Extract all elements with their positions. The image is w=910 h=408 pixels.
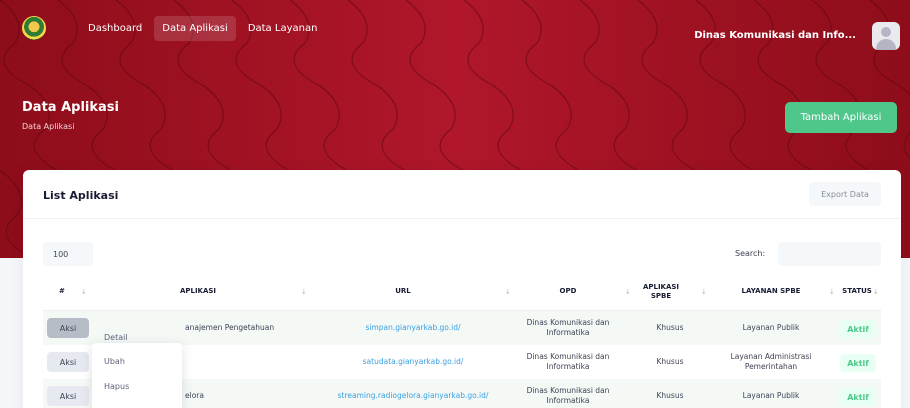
cell-layanan-spbe: Layanan Publik — [742, 322, 800, 332]
nav-dashboard[interactable]: Dashboard — [80, 16, 150, 41]
nav-data-layanan[interactable]: Data Layanan — [240, 16, 326, 41]
column-status[interactable]: STATUS — [839, 273, 875, 311]
cell-url-link[interactable]: streaming.radiogelora.gianyarkab.go.id/ — [313, 379, 513, 408]
cell-aplikasi: anajemen Pengetahuan — [185, 322, 275, 332]
column-number[interactable]: # — [43, 273, 83, 311]
action-button[interactable]: Aksi — [47, 386, 89, 406]
page-length-select[interactable]: 100 — [43, 242, 93, 266]
column-aplikasi[interactable]: APLIKASI — [103, 273, 293, 311]
cell-aplikasi-spbe: Khusus — [656, 390, 684, 400]
user-name[interactable]: Dinas Komunikasi dan Info... — [694, 30, 856, 41]
cell-url-link[interactable]: simpan.gianyarkab.go.id/ — [313, 311, 513, 345]
cell-opd: Dinas Komunikasi dan Informatika — [526, 317, 610, 337]
column-opd[interactable]: OPD — [513, 273, 623, 311]
breadcrumb[interactable]: Data Aplikasi — [22, 122, 74, 131]
column-url[interactable]: URL — [308, 273, 498, 311]
cell-opd: Dinas Komunikasi dan Informatika — [526, 351, 610, 371]
sort-icon[interactable]: ↓ — [505, 288, 511, 296]
add-application-button[interactable]: Tambah Aplikasi — [785, 102, 897, 133]
cell-aplikasi — [185, 345, 325, 379]
menu-item-detail[interactable]: Detail — [104, 333, 128, 342]
nav-data-aplikasi[interactable]: Data Aplikasi — [154, 15, 236, 41]
page-title: Data Aplikasi — [22, 100, 119, 115]
column-layanan-spbe[interactable]: LAYANAN SPBE — [715, 273, 827, 311]
menu-item-hapus[interactable]: Hapus — [104, 382, 129, 391]
cell-aplikasi-spbe: Khusus — [656, 322, 684, 332]
cell-url-link[interactable]: satudata.gianyarkab.go.id/ — [313, 345, 513, 379]
column-aplikasi-spbe[interactable]: APLIKASI SPBE — [637, 273, 685, 311]
cell-aplikasi-spbe: Khusus — [656, 356, 684, 366]
avatar-body — [876, 39, 896, 50]
action-dropdown-menu: Detail Ubah Hapus — [92, 333, 182, 408]
table-header: # ↓ APLIKASI ↓ URL ↓ OPD ↓ APLIKASI SPBE… — [43, 273, 881, 311]
avatar-head — [881, 27, 891, 37]
top-navigation: Dashboard Data Aplikasi Data Layanan — [0, 0, 910, 56]
cell-layanan-spbe: Layanan Administrasi Pemerintahan — [730, 351, 812, 371]
action-button[interactable]: Aksi — [47, 352, 89, 372]
sort-icon[interactable]: ↓ — [81, 288, 87, 296]
sort-icon[interactable]: ↓ — [625, 288, 631, 296]
cell-aplikasi: elora — [185, 390, 204, 400]
search-label: Search: — [735, 249, 766, 258]
sort-icon[interactable]: ↓ — [829, 288, 835, 296]
card-title: List Aplikasi — [43, 189, 119, 202]
search-input[interactable] — [778, 242, 881, 266]
status-badge: Aktif — [840, 320, 876, 338]
status-badge: Aktif — [840, 388, 876, 406]
cell-opd: Dinas Komunikasi dan Informatika — [526, 385, 610, 405]
action-button[interactable]: Aksi — [47, 318, 89, 338]
avatar[interactable] — [872, 22, 900, 50]
card-divider — [23, 218, 901, 219]
cell-layanan-spbe: Layanan Publik — [742, 390, 800, 400]
sort-icon[interactable]: ↓ — [873, 288, 879, 296]
sort-icon[interactable]: ↓ — [701, 288, 707, 296]
table-row: Aksi anajemen Pengetahuan simpan.gianyar… — [43, 311, 881, 345]
menu-item-ubah[interactable]: Ubah — [104, 357, 125, 366]
logo-icon[interactable] — [22, 16, 46, 40]
export-data-button[interactable]: Export Data — [809, 182, 881, 206]
sort-icon[interactable]: ↓ — [301, 288, 307, 296]
status-badge: Aktif — [840, 354, 876, 372]
